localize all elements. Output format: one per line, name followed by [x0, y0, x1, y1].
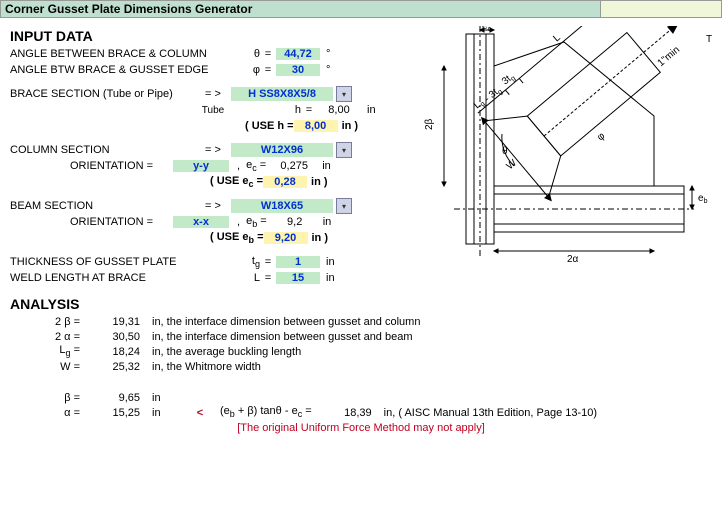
theta-label: ANGLE BETWEEN BRACE & COLUMN — [10, 48, 230, 60]
phi-label: ANGLE BTW BRACE & GUSSET EDGE — [10, 64, 230, 76]
L-input[interactable]: 15 — [276, 272, 320, 284]
tg-label: THICKNESS OF GUSSET PLATE — [10, 256, 230, 268]
svg-text:φ: φ — [595, 130, 607, 143]
beam-orient[interactable]: x-x — [173, 216, 229, 228]
svg-text:2α: 2α — [567, 254, 579, 265]
tg-input[interactable]: 1 — [276, 256, 320, 268]
brace-select[interactable]: H SS8X8X5/8 ▾ — [231, 86, 352, 102]
column-orient[interactable]: y-y — [173, 160, 229, 172]
brace-h-use[interactable]: 8,00 — [294, 120, 338, 132]
theta-symbol: θ — [230, 48, 260, 60]
dropdown-icon[interactable]: ▾ — [336, 142, 352, 158]
svg-text:1"min: 1"min — [656, 44, 682, 69]
svg-text:ec: ec — [482, 26, 492, 33]
title-bar: Corner Gusset Plate Dimensions Generator — [0, 0, 722, 18]
gusset-diagram: ec 2β 2α eb θ T W L 3tg Lg - 3tg φ 1"min — [424, 26, 714, 266]
app-title: Corner Gusset Plate Dimensions Generator — [1, 2, 600, 16]
theta-input[interactable]: 44,72 — [276, 48, 320, 60]
beam-label: BEAM SECTION — [10, 200, 195, 212]
column-select[interactable]: W12X96 ▾ — [231, 142, 352, 158]
dropdown-icon[interactable]: ▾ — [336, 198, 352, 214]
column-ec-use[interactable]: 0,28 — [263, 176, 307, 188]
title-spacer — [600, 1, 721, 17]
heading-analysis: ANALYSIS — [10, 296, 712, 312]
warn-lt: < — [180, 407, 220, 419]
dropdown-icon[interactable]: ▾ — [336, 86, 352, 102]
svg-text:T: T — [706, 34, 712, 45]
L-label: WELD LENGTH AT BRACE — [10, 272, 230, 284]
brace-label: BRACE SECTION (Tube or Pipe) — [10, 88, 195, 100]
svg-text:θ: θ — [502, 146, 508, 157]
svg-text:eb: eb — [698, 193, 708, 205]
beam-eb-use[interactable]: 9,20 — [264, 232, 308, 244]
svg-text:3tg: 3tg — [500, 71, 517, 88]
beam-select[interactable]: W18X65 ▾ — [231, 198, 352, 214]
phi-input[interactable]: 30 — [276, 64, 320, 76]
svg-text:Lg - 3tg: Lg - 3tg — [472, 83, 505, 113]
svg-text:2β: 2β — [424, 118, 435, 130]
column-label: COLUMN SECTION — [10, 144, 195, 156]
warning-text: [The original Uniform Force Method may n… — [10, 422, 712, 434]
